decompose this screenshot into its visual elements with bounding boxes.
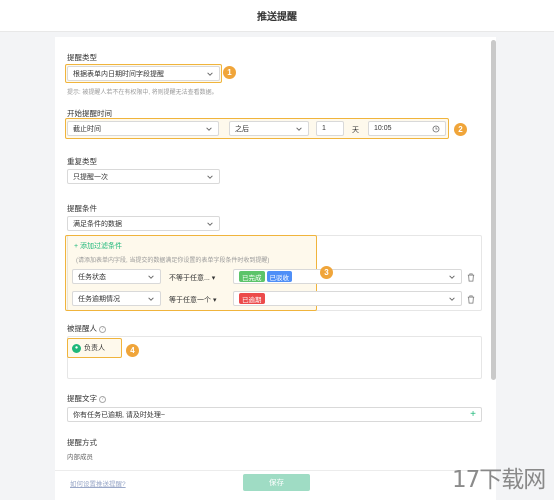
trash-icon[interactable] [467,273,475,282]
chevron-down-icon [205,219,214,228]
recipient-chip[interactable]: ● 负责人 [72,342,105,354]
message-value: 你有任务已逾期, 请及时处理~ [73,411,165,419]
unit-label: 天 [352,127,359,134]
recipient-chip-label: 负责人 [84,345,105,352]
chevron-down-icon [146,294,155,303]
chevron-down-icon [204,124,213,133]
help-link[interactable]: 如何设置推送提醒? [70,478,126,488]
page-header: 推送提醒 [0,0,554,32]
remind-type-select[interactable]: 根据表单内日期时间字段提醒 [67,66,220,81]
time-value: 10:05 [374,125,392,132]
chevron-down-icon [205,172,214,181]
filter-field-select-2[interactable]: 任务逾期情况 [72,291,161,306]
add-filter-button[interactable]: + 添加过滤条件 [74,241,122,251]
method-sub: 内部成员 [67,454,93,461]
filter-operator-1[interactable]: 不等于任意... ▾ [169,273,215,283]
condition-select[interactable]: 满足条件的数据 [67,216,220,231]
message-label: 提醒文字? [67,393,106,404]
remind-type-label: 提醒类型 [67,53,97,62]
annotation-badge-2: 2 [454,123,467,136]
repeat-label: 重复类型 [67,157,97,166]
recipients-label-text: 被提醒人 [67,324,97,333]
chevron-down-icon [447,272,456,281]
annotation-badge-3: 3 [320,266,333,279]
chevron-down-icon [205,69,214,78]
relation-select[interactable]: 之后 [229,121,309,136]
amount-value: 1 [322,125,326,132]
recipients-label: 被提醒人? [67,323,106,334]
filter-value-select-2[interactable]: 已逾期 [233,291,462,306]
plus-icon[interactable]: + [470,409,476,420]
filter-operator-value-2: 等于任意一个 [169,297,211,304]
help-icon: ? [99,325,106,333]
tag-overdue: 已逾期 [239,293,265,304]
caret-down-icon: ▾ [211,275,216,282]
message-input[interactable]: 你有任务已逾期, 请及时处理~ + [67,407,482,422]
chevron-down-icon [447,294,456,303]
filter-operator-2[interactable]: 等于任意一个 ▾ [169,295,216,305]
relation-value: 之后 [235,125,249,133]
chevron-down-icon [294,124,303,133]
user-icon: ● [72,343,81,353]
time-picker[interactable]: 10:05 [368,121,446,136]
filter-field-value-1: 任务状态 [78,273,106,281]
scrollbar[interactable] [491,40,496,380]
page-title: 推送提醒 [257,12,297,23]
repeat-value: 只提醒一次 [73,173,108,181]
condition-value: 满足条件的数据 [73,220,122,228]
filter-value-select-1[interactable]: 已完成 已驳收 [233,269,462,284]
repeat-select[interactable]: 只提醒一次 [67,169,220,184]
add-filter-hint: (请添加表单内字段, 当提交的数据满足你设置的表单字段条件时收到提醒) [76,258,270,264]
remind-type-value: 根据表单内日期时间字段提醒 [73,70,164,78]
filter-operator-value-1: 不等于任意... [169,275,210,282]
start-field-value: 截止时间 [73,125,101,133]
filter-field-select-1[interactable]: 任务状态 [72,269,161,284]
save-button[interactable]: 保存 [243,474,310,491]
amount-input[interactable]: 1 [316,121,344,136]
caret-down-icon: ▾ [212,297,217,304]
help-icon: ? [99,395,106,403]
form-panel: 提醒类型 根据表单内日期时间字段提醒 1 提示: 被提醒人若不在有权限中, 将则… [55,37,496,473]
annotation-badge-4: 4 [126,344,139,357]
filter-tags-1: 已完成 已驳收 [239,271,447,282]
watermark-text: 17下载网 [452,467,546,493]
filter-field-value-2: 任务逾期情况 [78,295,120,303]
condition-label: 提醒条件 [67,204,97,213]
tag-completed: 已完成 [239,271,265,282]
message-label-text: 提醒文字 [67,394,97,403]
clock-icon [431,124,440,133]
annotation-badge-1: 1 [223,66,236,79]
start-field-select[interactable]: 截止时间 [67,121,219,136]
chevron-down-icon [146,272,155,281]
add-filter-label: 添加过滤条件 [80,243,123,250]
method-label: 提醒方式 [67,438,97,447]
remind-type-hint: 提示: 被提醒人若不在有权限中, 将则提醒无法查看数据。 [67,90,218,96]
recipients-box[interactable] [67,336,482,379]
trash-icon[interactable] [467,295,475,304]
tag-accepted: 已驳收 [266,271,292,282]
filter-tags-2: 已逾期 [239,293,447,304]
